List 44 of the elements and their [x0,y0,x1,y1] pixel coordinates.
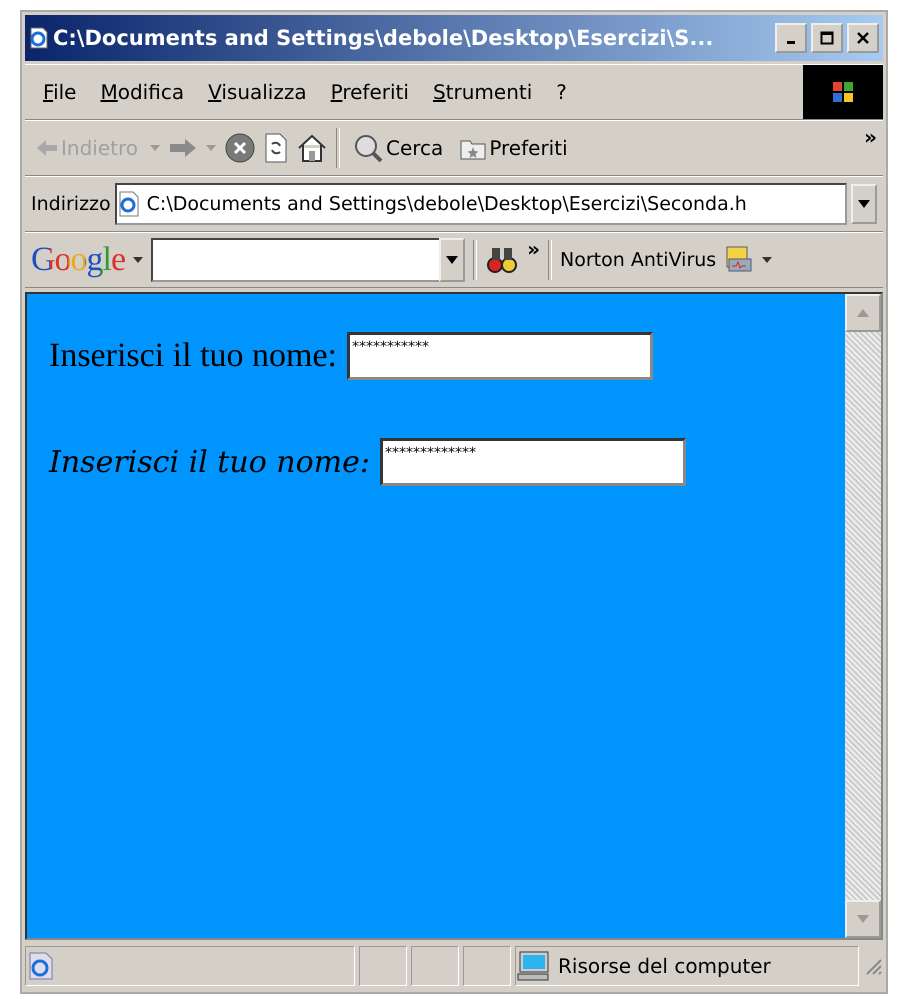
window-title: C:\Documents and Settings\debole\Desktop\Esercizi\S... [53,26,714,50]
zone-label: Risorse del computer [558,954,771,978]
menu-item[interactable]: File [31,80,88,104]
binoculars-icon[interactable] [485,245,520,275]
close-icon [856,31,870,45]
home-icon[interactable] [296,133,328,163]
stop-icon[interactable] [224,132,256,164]
form-label: Inserisci il tuo nome: [49,337,338,375]
minimize-icon [787,40,795,44]
minimize-button[interactable] [775,23,807,53]
maximize-icon [820,31,834,45]
more-button[interactable]: » [864,125,877,149]
caret-icon [446,256,458,264]
caret-icon [858,200,870,208]
back-arrow-icon [35,138,59,158]
maximize-button[interactable] [811,23,843,53]
menu-item[interactable]: Modifica [88,80,196,104]
status-pane [359,946,407,986]
menu-item[interactable]: Visualizza [196,80,319,104]
more-button[interactable]: » [527,237,540,261]
windows-logo-icon [803,65,883,119]
search-icon [352,132,384,164]
favorites-button[interactable]: Preferiti [455,133,572,163]
password-field[interactable]: *********** [347,332,654,380]
page-icon [29,27,49,49]
caret-icon[interactable] [762,257,772,263]
caret-icon[interactable] [133,257,144,263]
password-field[interactable]: ************* [380,438,686,486]
search-field[interactable] [151,238,442,282]
menu-item[interactable]: ? [544,80,579,104]
status-pane [411,946,459,986]
refresh-icon[interactable] [264,132,288,164]
address-field[interactable]: C:\Documents and Settings\debole\Desktop\Esercizi\Seconda.h [114,183,847,225]
dropdown-button[interactable] [439,238,466,282]
menu-item[interactable]: Strumenti [420,80,544,104]
close-button[interactable] [847,23,879,53]
menu-item[interactable]: Preferiti [318,80,421,104]
dropdown-button[interactable] [851,184,877,224]
form-label: Inserisci il tuo nome: [49,444,370,480]
search-button[interactable]: Cerca [348,130,448,166]
address-label: Indirizzo [31,193,111,215]
status-pane [463,946,511,986]
page-icon [116,191,141,217]
norton-antivirus-label[interactable]: Norton AntiVirus [560,249,716,271]
